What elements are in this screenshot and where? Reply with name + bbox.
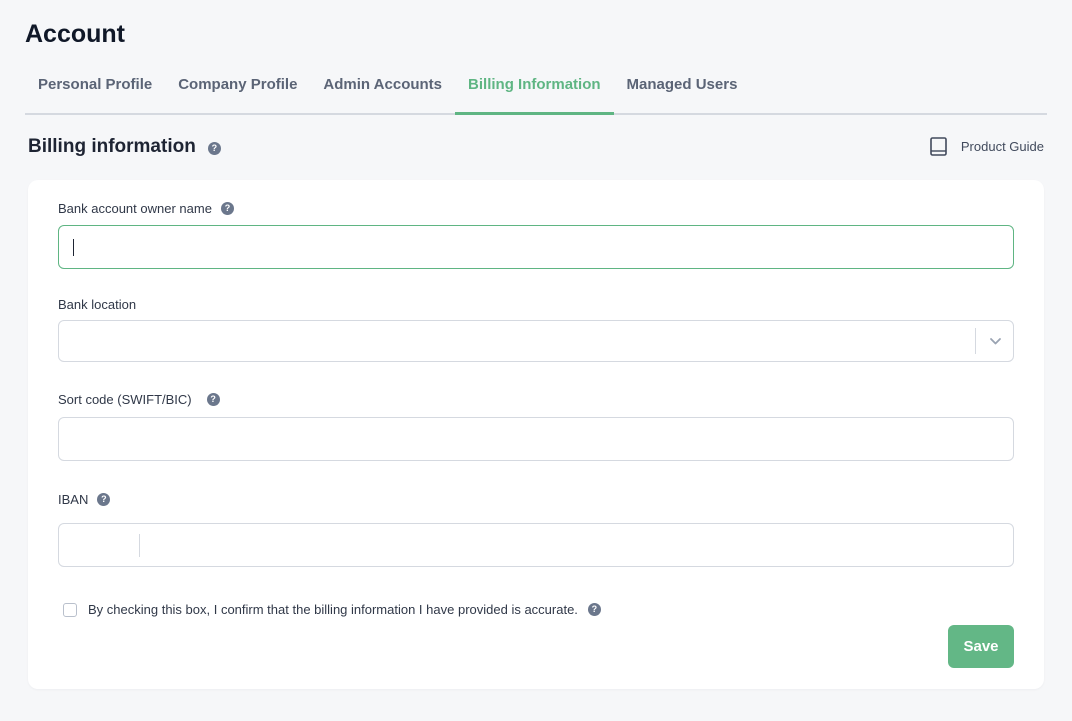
billing-form-card: Bank account owner name ? Bank location … (28, 180, 1044, 689)
question-circle-icon[interactable]: ? (207, 141, 221, 155)
question-circle-icon[interactable]: ? (220, 202, 234, 215)
tab-company-profile[interactable]: Company Profile (165, 66, 310, 115)
bank-location-select[interactable] (58, 320, 1014, 362)
page-title: Account (25, 20, 125, 48)
product-guide-label: Product Guide (960, 139, 1044, 154)
tab-billing-information[interactable]: Billing Information (455, 66, 614, 115)
confirm-checkbox[interactable] (63, 602, 77, 617)
iban-country-separator (139, 534, 140, 557)
section-header: Billing information ? (28, 136, 221, 158)
select-separator (975, 328, 976, 354)
sort-code-label-text: Sort code (SWIFT/BIC) (58, 392, 192, 407)
tab-admin-accounts[interactable]: Admin Accounts (310, 66, 455, 115)
sort-code-label: Sort code (SWIFT/BIC) ? (58, 392, 220, 407)
question-circle-icon[interactable]: ? (206, 393, 220, 406)
product-guide-link[interactable]: Product Guide (930, 137, 1044, 156)
owner-name-label: Bank account owner name ? (58, 201, 234, 216)
book-icon (930, 137, 947, 156)
tab-personal-profile[interactable]: Personal Profile (25, 66, 165, 115)
account-tabs: Personal Profile Company Profile Admin A… (25, 66, 1047, 115)
owner-name-input[interactable] (58, 225, 1014, 269)
bank-location-label: Bank location (58, 297, 136, 312)
question-circle-icon[interactable]: ? (587, 603, 601, 616)
question-circle-icon[interactable]: ? (97, 493, 111, 506)
confirm-label: By checking this box, I confirm that the… (88, 602, 578, 617)
save-button[interactable]: Save (948, 625, 1014, 668)
text-caret (73, 239, 74, 256)
sort-code-input[interactable] (58, 417, 1014, 461)
iban-input[interactable] (58, 523, 1014, 567)
tab-managed-users[interactable]: Managed Users (614, 66, 751, 115)
iban-label-text: IBAN (58, 492, 89, 507)
chevron-down-icon[interactable] (989, 335, 1002, 348)
confirm-row: By checking this box, I confirm that the… (63, 602, 601, 617)
bank-location-label-text: Bank location (58, 297, 137, 312)
owner-name-label-text: Bank account owner name (58, 201, 212, 216)
section-title: Billing information (28, 136, 196, 157)
account-page: Account Personal Profile Company Profile… (0, 0, 1072, 721)
iban-label: IBAN ? (58, 492, 111, 507)
